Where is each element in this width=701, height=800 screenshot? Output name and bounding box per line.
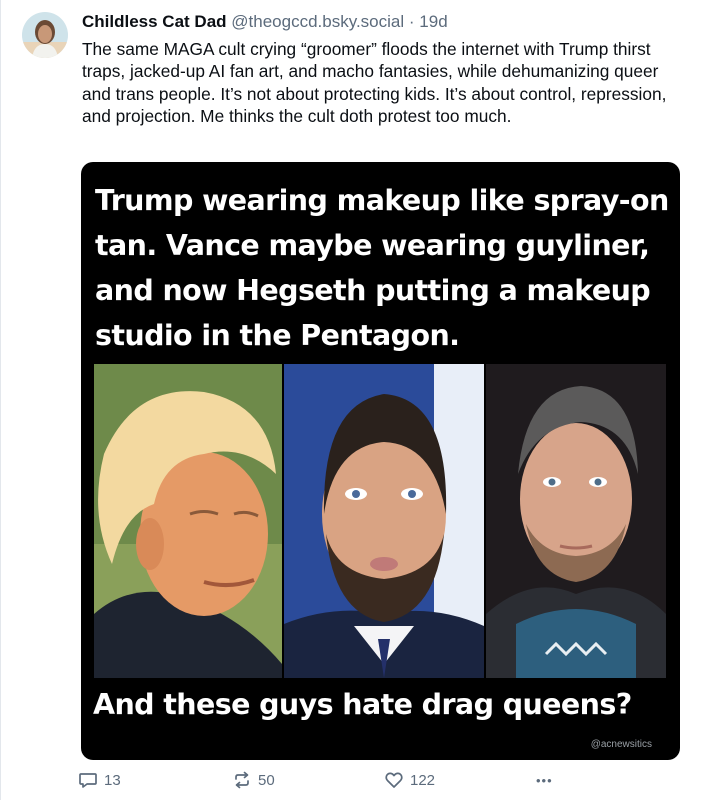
post-actions: 13 50 122 •••	[78, 768, 578, 792]
heart-icon	[384, 770, 404, 790]
reply-count: 13	[104, 771, 121, 789]
reply-icon	[78, 770, 98, 790]
meme-credit: @acnewsitics	[590, 739, 652, 750]
meme-photo-left	[94, 364, 282, 678]
like-button[interactable]: 122	[384, 768, 435, 792]
repost-button[interactable]: 50	[232, 768, 275, 792]
author-name[interactable]: Childless Cat Dad	[82, 12, 227, 31]
feed-left-border	[0, 0, 1, 800]
meme-photo-center	[284, 364, 484, 678]
post-text: The same MAGA cult crying “groomer” floo…	[82, 39, 667, 127]
avatar[interactable]	[22, 12, 68, 58]
meme-bottom-caption: And these guys hate drag queens?	[93, 688, 632, 721]
like-count: 122	[410, 771, 436, 789]
avatar-image	[22, 12, 68, 58]
author-handle[interactable]: @theogccd.bsky.social	[231, 12, 404, 31]
post-image[interactable]: Trump wearing makeup like spray-on tan. …	[81, 162, 680, 760]
repost-icon	[232, 770, 252, 790]
post-timestamp[interactable]: 19d	[419, 12, 447, 31]
meme-photo-right	[486, 364, 666, 678]
repost-count: 50	[258, 771, 275, 789]
meme-photo-strip	[94, 364, 666, 678]
more-options-button[interactable]: •••	[536, 768, 553, 792]
header-separator: ·	[408, 12, 415, 31]
post-header: Childless Cat Dad @theogccd.bsky.social …	[82, 11, 448, 33]
more-icon: •••	[536, 772, 553, 788]
reply-button[interactable]: 13	[78, 768, 121, 792]
meme-top-caption: Trump wearing makeup like spray-on tan. …	[95, 184, 669, 352]
